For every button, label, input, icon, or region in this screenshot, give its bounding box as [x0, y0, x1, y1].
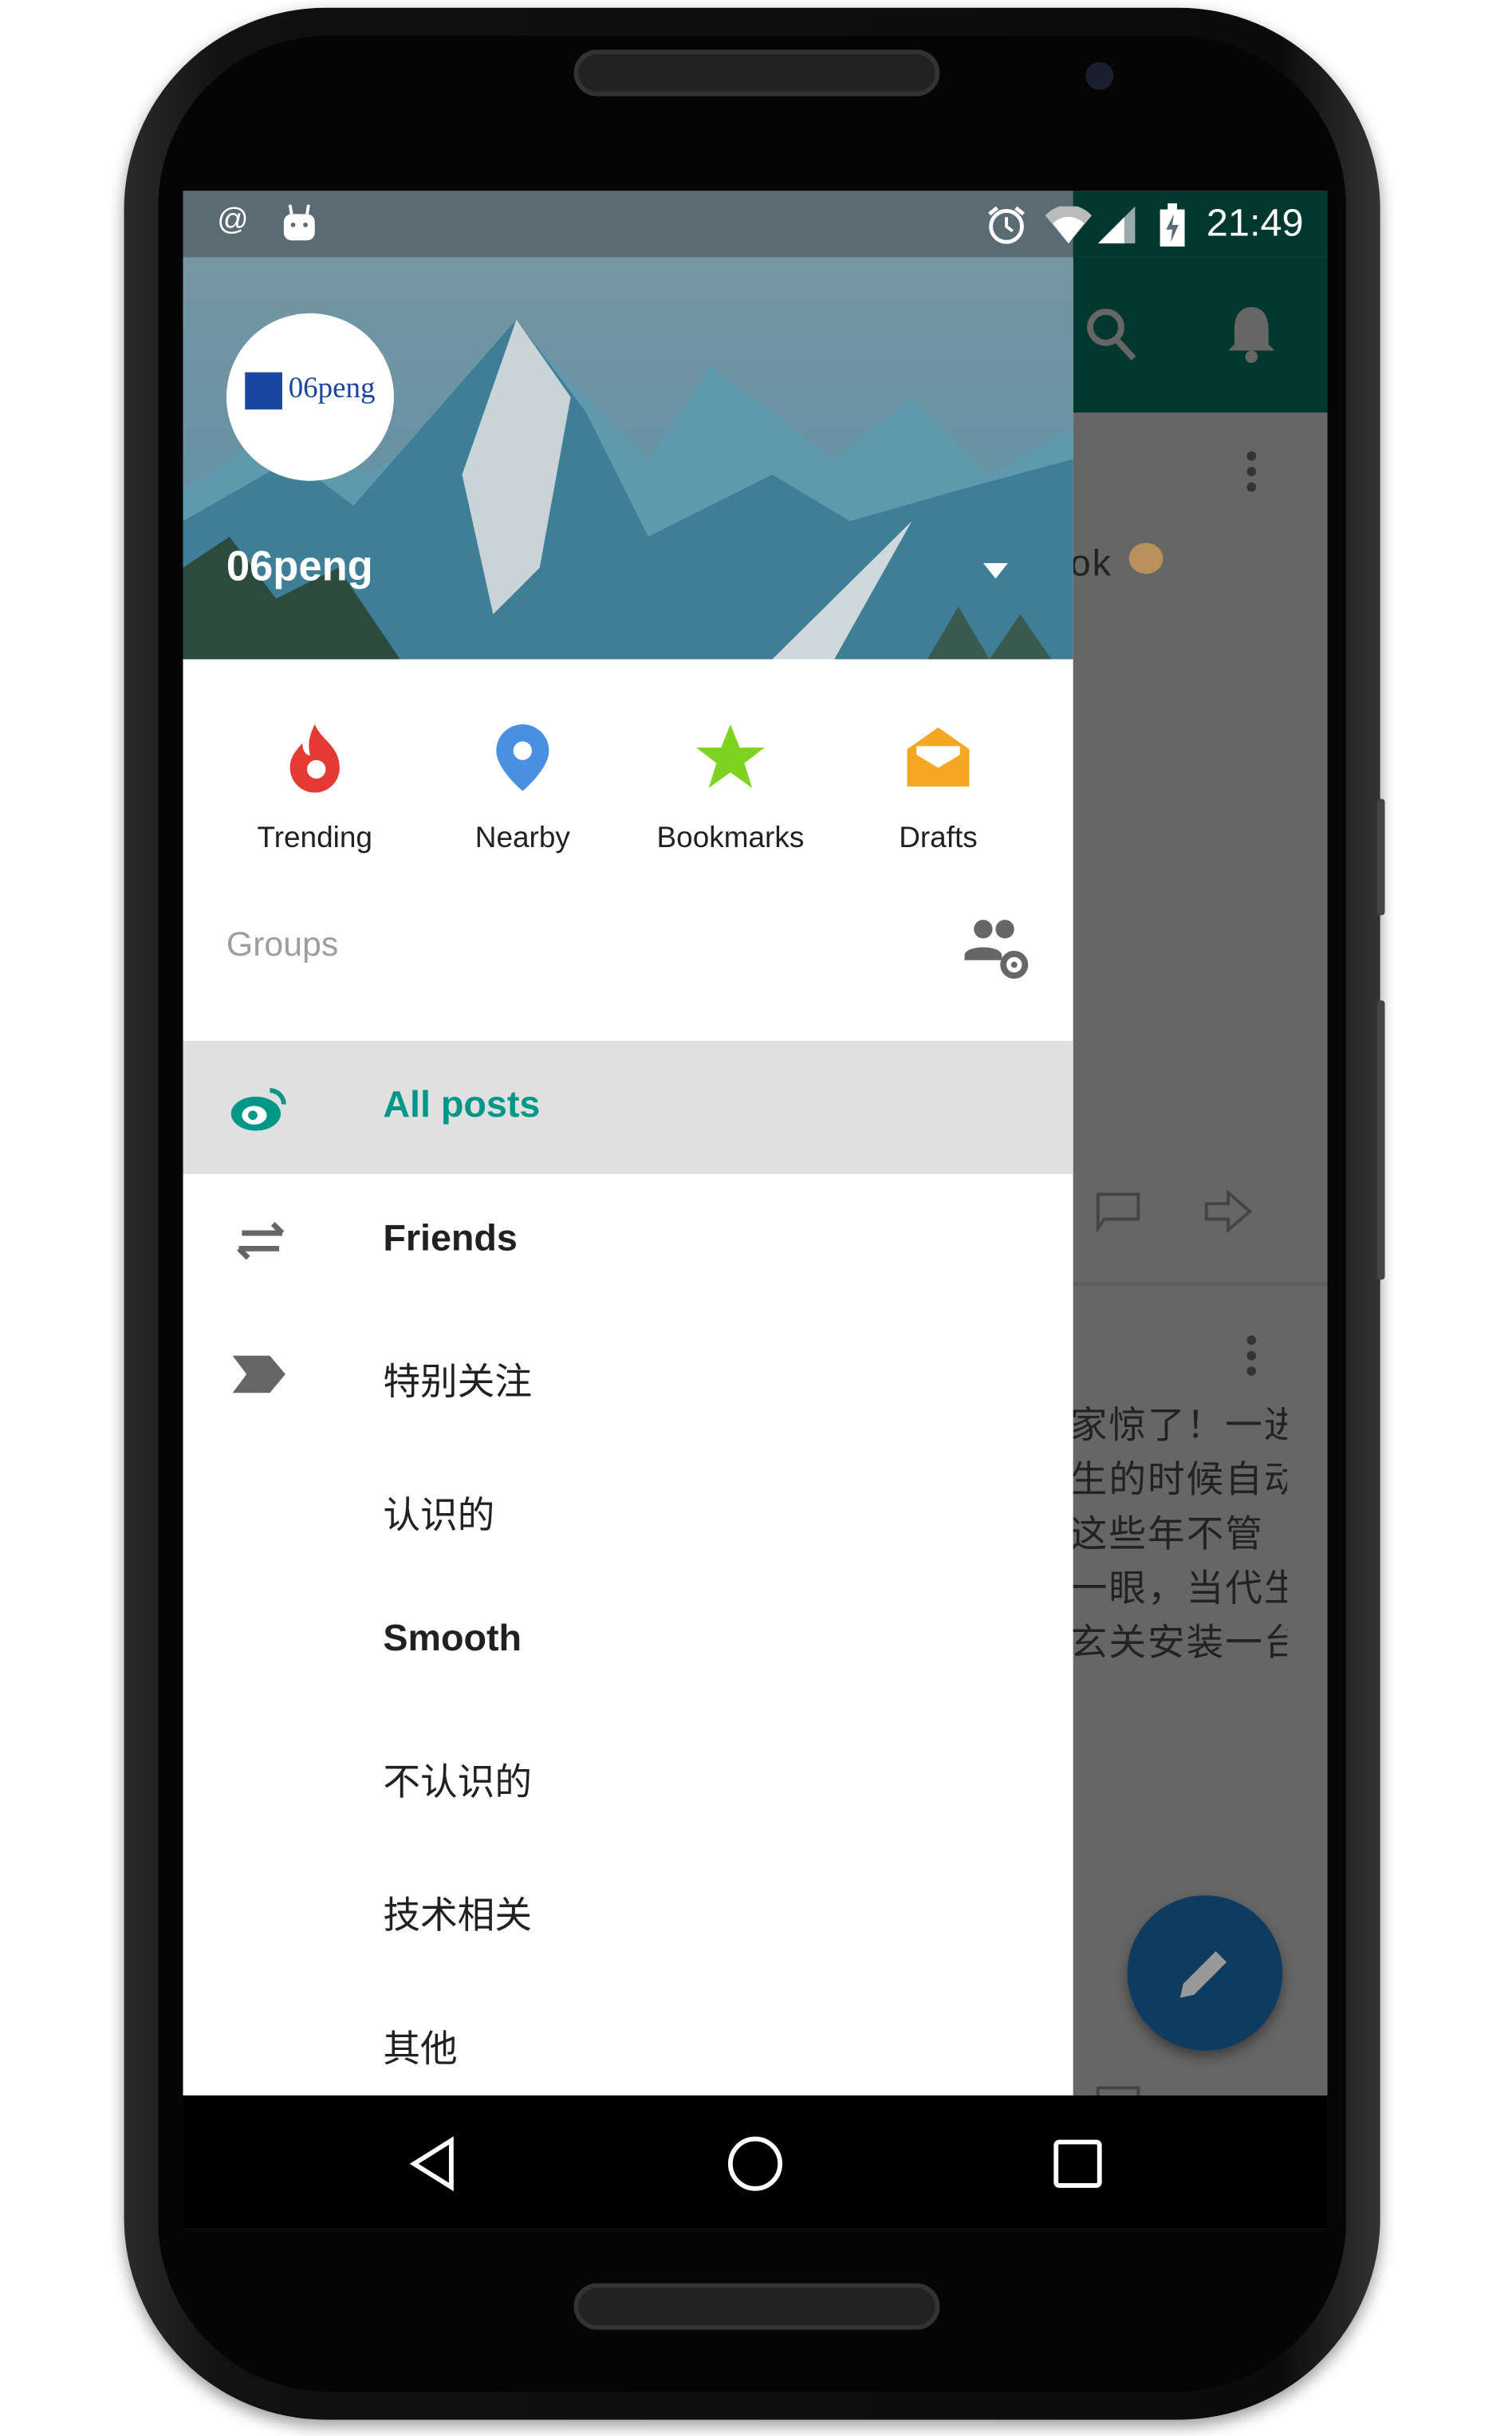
app-toolbar: [1073, 257, 1328, 413]
star-icon: [696, 724, 765, 788]
front-camera: [1085, 61, 1114, 90]
drawer-item-friends[interactable]: Friends: [183, 1174, 1073, 1307]
drawer-item-special-follow[interactable]: 特别关注: [183, 1307, 1073, 1441]
back-icon[interactable]: [408, 2136, 457, 2192]
manage-groups-icon[interactable]: [962, 915, 1030, 983]
volume-button[interactable]: [1376, 1000, 1385, 1280]
system-nav-bar: [183, 2095, 1328, 2229]
search-icon[interactable]: [1085, 307, 1138, 363]
location-pin-icon: [496, 724, 549, 791]
shortcut-drafts[interactable]: Drafts: [834, 721, 1042, 856]
drawer-item-smooth[interactable]: Smooth: [183, 1575, 1073, 1708]
more-options-icon[interactable]: [1246, 451, 1257, 498]
groups-heading: Groups: [226, 924, 339, 964]
top-speaker: [573, 49, 940, 97]
share-icon[interactable]: [1203, 1188, 1253, 1235]
account-name: 06peng: [226, 542, 373, 589]
drawer-item-acquaintances[interactable]: 认识的: [183, 1441, 1073, 1575]
at-icon: @: [217, 203, 249, 238]
flame-icon: [289, 724, 340, 793]
account-dropdown-arrow-icon[interactable]: [982, 562, 1008, 579]
recents-icon[interactable]: [1051, 2138, 1104, 2190]
android-icon: [283, 204, 315, 241]
swap-arrows-icon: [237, 1221, 285, 1260]
clock: 21:49: [1206, 201, 1304, 246]
bottom-speaker: [573, 2283, 940, 2330]
signal-icon: [1097, 206, 1136, 244]
doge-emoji-icon: [1128, 542, 1164, 574]
compose-fab[interactable]: [1127, 1895, 1283, 2051]
weibo-icon: [230, 1088, 286, 1131]
wifi-icon: [1045, 206, 1092, 244]
shortcut-trending[interactable]: Trending: [211, 721, 419, 856]
post-text: ok: [1069, 542, 1112, 585]
account-avatar[interactable]: 06peng: [226, 313, 394, 481]
battery-charging-icon: [1160, 203, 1185, 247]
navigation-drawer: 06peng 06peng Trending Nearby Bookmarks: [183, 257, 1073, 2096]
avatar-logo-mark: [245, 372, 282, 410]
bell-icon[interactable]: [1225, 304, 1278, 366]
drawer-item-tech[interactable]: 技术相关: [183, 1841, 1073, 1974]
alarm-icon: [988, 206, 1025, 244]
status-bar: @ 21:49: [183, 191, 1328, 258]
avatar-logo-text: 06peng: [288, 372, 376, 405]
drawer-item-all-posts[interactable]: All posts: [183, 1040, 1073, 1175]
label-tag-icon: [232, 1355, 285, 1393]
home-icon[interactable]: [726, 2134, 785, 2194]
power-button[interactable]: [1376, 798, 1385, 916]
shortcut-nearby[interactable]: Nearby: [419, 721, 627, 856]
feed: ok 家惊了！一进 生的时候自动 这些年不管 一眼，当代生 玄关安装一台: [1069, 412, 1328, 2212]
post-card[interactable]: ok: [1069, 412, 1328, 1287]
more-options-icon[interactable]: [1246, 1335, 1257, 1382]
comment-icon[interactable]: [1095, 1191, 1141, 1232]
envelope-open-icon: [907, 727, 970, 786]
pencil-icon: [1179, 1951, 1227, 1998]
shortcut-bar: Trending Nearby Bookmarks Drafts: [183, 659, 1073, 892]
drawer-item-other[interactable]: 其他: [183, 1974, 1073, 2107]
drawer-item-strangers[interactable]: 不认识的: [183, 1708, 1073, 1841]
screen: @ 21:49 ok 家惊了！一进 生的时候自动 这些年不管 一眼，当代生 玄关…: [183, 191, 1328, 2229]
drawer-header: 06peng 06peng: [183, 257, 1073, 660]
shortcut-bookmarks[interactable]: Bookmarks: [627, 721, 835, 856]
post-card[interactable]: 家惊了！一进 生的时候自动 这些年不管 一眼，当代生 玄关安装一台: [1069, 1297, 1328, 2212]
post-text: 家惊了！一进 生的时候自动 这些年不管 一眼，当代生 玄关安装一台: [1069, 1405, 1288, 1665]
